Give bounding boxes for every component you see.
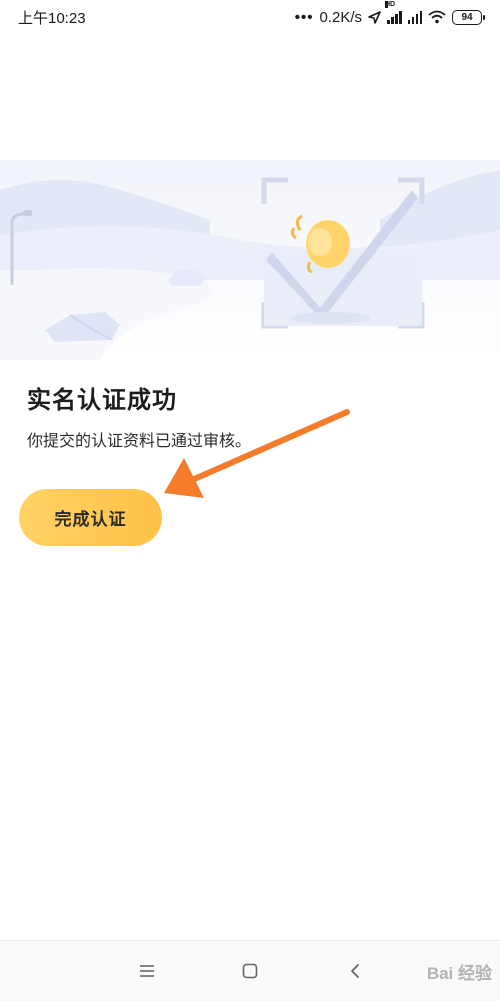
clock: 上午10:23	[18, 9, 86, 27]
signal-icon: HD	[385, 1, 402, 24]
network-speed: 0.2K/s	[319, 8, 362, 26]
arrow-icon	[164, 409, 350, 498]
notification-dots: •••	[294, 8, 314, 26]
location-arrow-icon	[368, 10, 381, 24]
wifi-icon	[428, 10, 446, 24]
signal-icon	[407, 10, 422, 24]
navigation-bar: Bai 经验	[0, 940, 500, 1001]
hd-label: HD	[385, 1, 396, 8]
back-chevron-icon[interactable]	[343, 959, 367, 983]
status-bar: 上午10:23 ••• 0.2K/s HD 94	[0, 0, 500, 34]
finish-verification-button[interactable]: 完成认证	[19, 489, 162, 546]
status-icons: ••• 0.2K/s HD 94	[294, 1, 485, 26]
menu-icon[interactable]	[135, 959, 159, 983]
verification-success-illustration	[0, 160, 500, 360]
battery-icon: 94	[452, 9, 485, 25]
home-square-icon[interactable]	[238, 959, 262, 983]
watermark: Bai 经验	[426, 964, 492, 983]
